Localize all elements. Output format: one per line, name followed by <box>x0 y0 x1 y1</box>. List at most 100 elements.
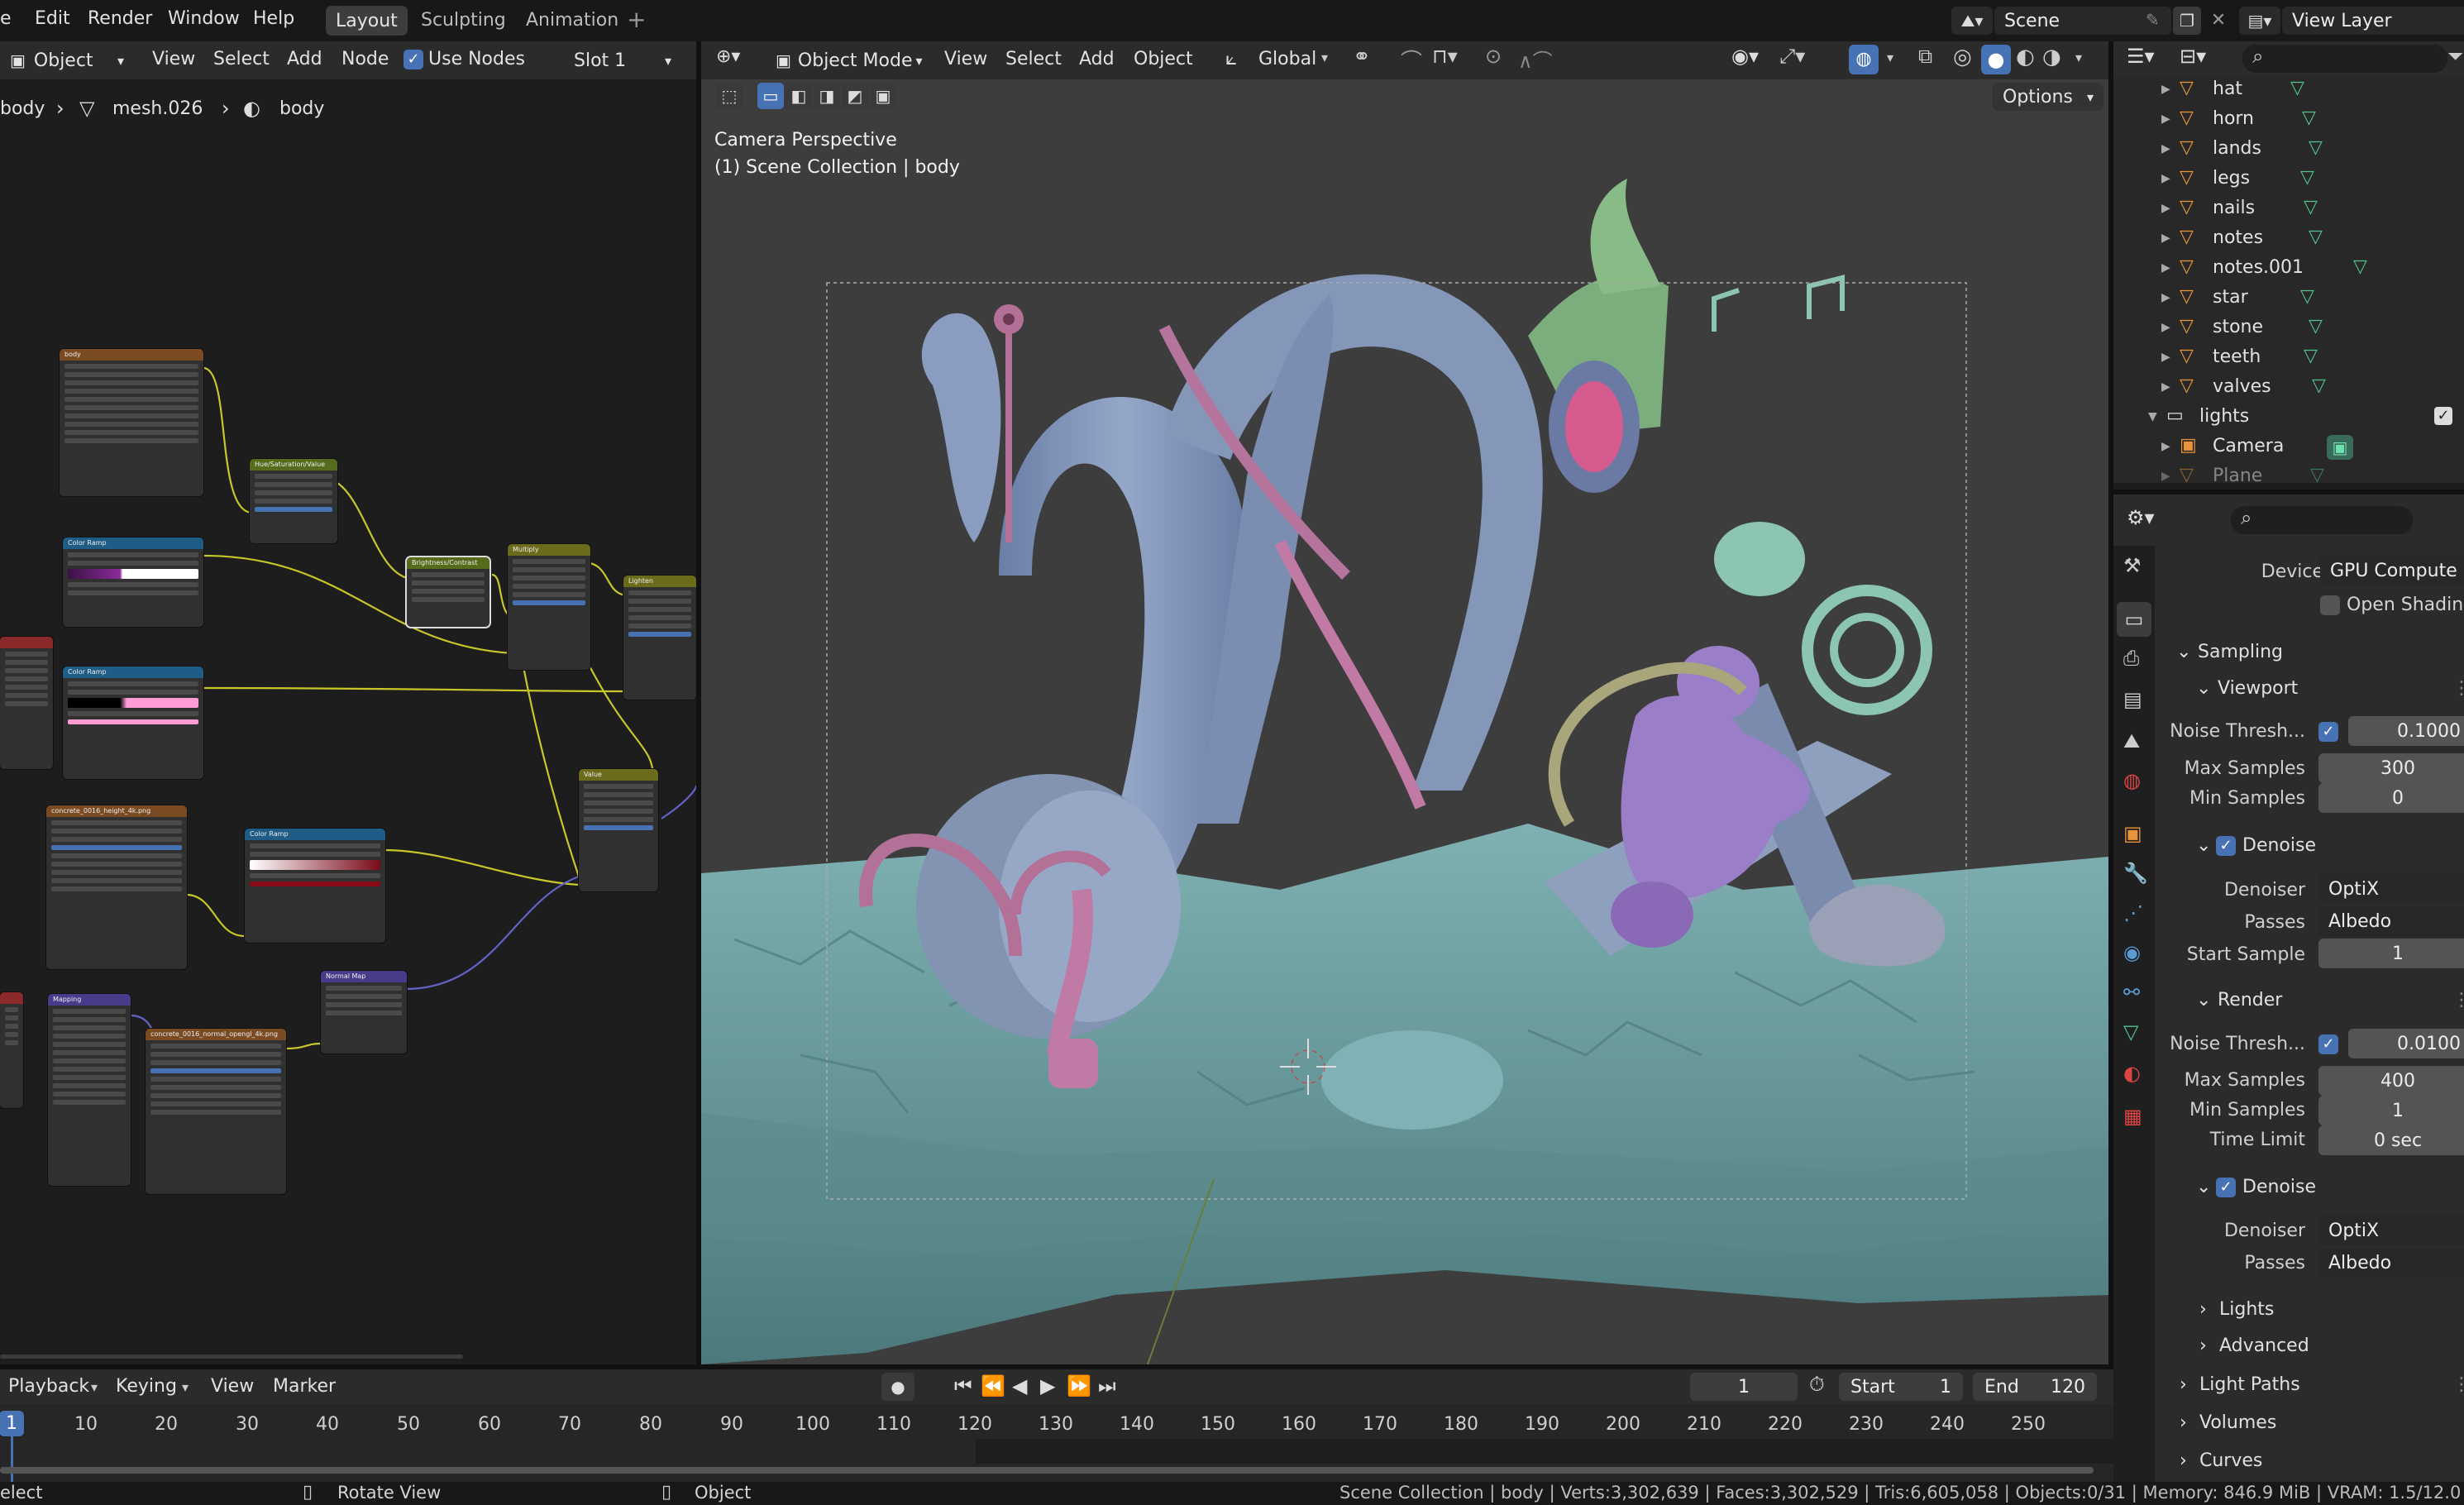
outliner-item[interactable]: ▶ ▽ hat ▽ <box>2113 73 2461 103</box>
outliner-collection[interactable]: ▼ ▭ lights ✓ <box>2113 400 2461 430</box>
device-dropdown[interactable]: GPU Compute <box>2320 556 2464 585</box>
select-box-extend-icon[interactable]: ◧ <box>786 83 812 109</box>
height-texture-node[interactable]: concrete_0016_height_4k.png <box>46 805 187 969</box>
output-tab-icon[interactable]: ⎙ <box>2123 647 2139 670</box>
display-mode-icon[interactable]: ⊟▾ <box>2180 45 2206 68</box>
view-layer-icon[interactable]: ▤▾ <box>2239 7 2280 35</box>
menu-help[interactable]: Help <box>253 10 294 28</box>
menu-render[interactable]: Render <box>88 10 152 28</box>
new-scene-icon[interactable]: ❐ <box>2173 7 2201 35</box>
passes-dropdown[interactable]: Albedo <box>2318 906 2464 936</box>
editor-type-icon[interactable]: ⊕▾ <box>716 46 740 67</box>
hue-saturation-node[interactable]: Hue/Saturation/Value <box>250 459 337 543</box>
scene-field[interactable]: Scene <box>1994 7 2171 35</box>
xray-icon[interactable]: ⧉ <box>1918 45 1932 68</box>
expand-arrow-icon[interactable]: ▶ <box>2161 83 2170 96</box>
viewport-canvas[interactable] <box>701 79 2108 1364</box>
select-box-invert-icon[interactable]: ◩ <box>842 83 868 109</box>
timeline-menu-marker[interactable]: Marker <box>273 1378 336 1396</box>
falloff-icon[interactable]: ∧⌒ <box>1518 45 1553 74</box>
end-frame-field[interactable]: End 120 <box>1973 1373 2097 1401</box>
material-output-node[interactable] <box>0 637 53 769</box>
drag-handle-icon[interactable]: ⋮ <box>2452 1376 2464 1394</box>
node-editor-type[interactable]: ▣ Object ▾ <box>0 45 134 75</box>
pivot-icon[interactable]: ⚭ <box>1353 45 1371 69</box>
r-passes-dropdown[interactable]: Albedo <box>2318 1248 2464 1278</box>
start-frame-field[interactable]: Start 1 <box>1839 1373 1963 1401</box>
delete-scene-icon[interactable]: ✕ <box>2204 7 2232 35</box>
expand-arrow-icon[interactable]: ▶ <box>2161 112 2170 126</box>
timeline-menu-view[interactable]: View <box>211 1378 254 1396</box>
properties-type-icon[interactable]: ⚙▾ <box>2127 506 2155 529</box>
drag-handle-icon[interactable]: ⋮ <box>2452 680 2464 698</box>
viewport-menu-add[interactable]: Add <box>1079 50 1115 69</box>
snap-target-icon[interactable]: ⊓▾ <box>1432 45 1458 68</box>
outliner-item-camera[interactable]: ▶ ▣ Camera ▣ <box>2113 430 2461 460</box>
jump-keyframe-back-icon[interactable]: ⏪ <box>981 1374 1005 1398</box>
timeline-menu-keying[interactable]: Keying <box>116 1378 177 1396</box>
r-denoise-header[interactable]: ⌄ <box>2196 1178 2211 1197</box>
expand-arrow-icon[interactable]: ▶ <box>2161 380 2170 394</box>
view-layer-field[interactable]: View Layer <box>2282 7 2464 35</box>
proportional-edit-icon[interactable]: ⊙ <box>1485 45 1502 68</box>
wireframe-shading-icon[interactable]: ◎ <box>1953 45 1972 69</box>
r-denoiser-dropdown[interactable]: OptiX <box>2318 1216 2464 1245</box>
expand-arrow-icon[interactable]: ▶ <box>2161 142 2170 155</box>
r-noise-checkbox[interactable]: ✓ <box>2318 1034 2338 1054</box>
value-node[interactable]: Value <box>579 769 658 891</box>
tab-sculpting[interactable]: Sculpting <box>421 12 506 30</box>
r-max-field[interactable]: 400 <box>2318 1066 2464 1096</box>
world-tab-icon[interactable]: ◍ <box>2123 769 2141 792</box>
current-frame-field[interactable]: 1 <box>1690 1373 1798 1401</box>
multiply-node[interactable]: Multiply <box>508 544 590 670</box>
light-paths-panel-header[interactable]: › <box>2180 1376 2187 1394</box>
node-menu-add[interactable]: Add <box>287 50 322 69</box>
node-editor-scrollbar[interactable] <box>0 1354 463 1359</box>
render-tab-icon[interactable]: ▭ <box>2117 602 2151 637</box>
chevron-down-icon[interactable]: ▾ <box>2075 50 2082 65</box>
options-dropdown[interactable]: Options ▾ <box>1993 83 2103 111</box>
chevron-down-icon[interactable]: ▾ <box>1887 50 1893 65</box>
rendered-shading-icon[interactable]: ◑ <box>2042 45 2061 69</box>
menu-file[interactable]: e <box>0 10 12 28</box>
outliner-item[interactable]: ▶ ▽ notes ▽ <box>2113 222 2461 251</box>
drag-handle-icon[interactable]: ⋮ <box>2452 991 2464 1010</box>
view-layer-tab-icon[interactable]: ▤ <box>2123 688 2142 711</box>
pin-icon[interactable]: ✎ <box>2146 10 2160 30</box>
color-ramp-node-3[interactable]: Color Ramp <box>245 829 385 943</box>
tab-layout[interactable]: Layout <box>326 6 408 36</box>
expand-arrow-icon[interactable]: ▶ <box>2161 321 2170 334</box>
object-mode-dropdown[interactable]: ▣ Object Mode ▾ <box>769 45 928 75</box>
outliner-item[interactable]: ▶ ▽ star ▽ <box>2113 281 2461 311</box>
outliner-item[interactable]: ▶ ▽ valves ▽ <box>2113 370 2461 400</box>
collapse-arrow-icon[interactable]: ▼ <box>2148 410 2157 423</box>
r-min-field[interactable]: 1 <box>2318 1096 2464 1125</box>
texture-coordinate-node[interactable] <box>0 992 23 1108</box>
outliner-item[interactable]: ▶ ▽ horn ▽ <box>2113 103 2461 132</box>
filter-icon[interactable]: ⏷ <box>2447 45 2463 68</box>
menu-window[interactable]: Window <box>168 10 240 28</box>
volumes-panel-header[interactable]: › <box>2180 1414 2187 1432</box>
advanced-panel-header[interactable]: › <box>2199 1337 2207 1355</box>
exclude-checkbox[interactable]: ✓ <box>2434 407 2452 425</box>
brightness-contrast-node[interactable]: Brightness/Contrast <box>407 557 489 627</box>
physics-tab-icon[interactable]: ◉ <box>2123 941 2141 964</box>
open-shading-checkbox[interactable] <box>2320 595 2340 615</box>
menu-edit[interactable]: Edit <box>35 10 70 28</box>
jump-end-icon[interactable]: ⏭ <box>1098 1374 1116 1398</box>
node-menu-select[interactable]: Select <box>213 50 270 69</box>
viewport-menu-select[interactable]: Select <box>1005 50 1062 69</box>
curves-panel-header[interactable]: › <box>2180 1452 2187 1470</box>
expand-arrow-icon[interactable]: ▶ <box>2161 440 2170 453</box>
expand-arrow-icon[interactable]: ▶ <box>2161 261 2170 275</box>
lights-panel-header[interactable]: › <box>2199 1301 2207 1319</box>
expand-arrow-icon[interactable]: ▶ <box>2161 202 2170 215</box>
mapping-node[interactable]: Mapping <box>48 994 131 1186</box>
outliner-item[interactable]: ▶ ▽ lands ▽ <box>2113 132 2461 162</box>
outliner-item[interactable]: ▶ ▽ nails ▽ <box>2113 192 2461 222</box>
vp-noise-checkbox[interactable]: ✓ <box>2318 722 2338 742</box>
material-shading-icon[interactable]: ◐ <box>2016 45 2035 69</box>
r-denoise-checkbox[interactable]: ✓ <box>2216 1178 2236 1197</box>
properties-search[interactable] <box>2231 506 2413 534</box>
vp-noise-field[interactable]: 0.1000 <box>2348 716 2464 746</box>
